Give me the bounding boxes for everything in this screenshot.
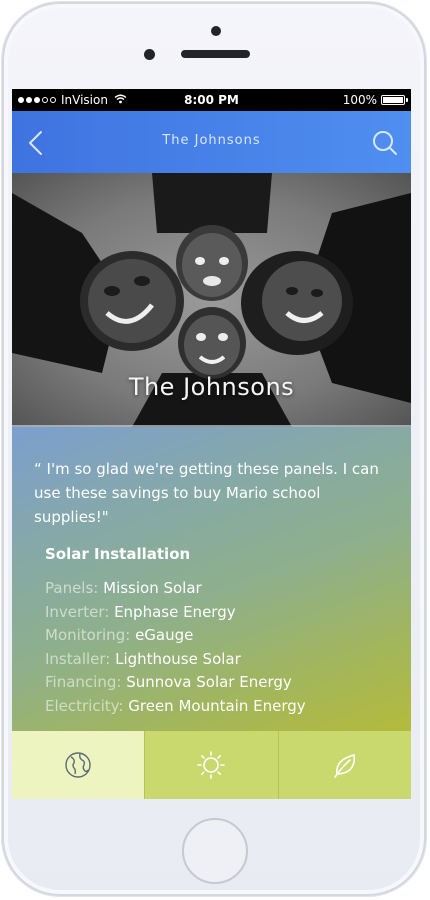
search-icon [373, 131, 397, 155]
proximity-sensor [144, 49, 155, 60]
detail-label: Installer: [45, 649, 111, 668]
leaf-icon [334, 754, 355, 778]
installation-details: Panels: Mission Solar Inverter: Enphase … [45, 577, 405, 718]
detail-label: Panels: [45, 579, 99, 597]
hero-title: The Johnsons [128, 373, 295, 401]
detail-row-panels: Panels: Mission Solar [45, 577, 405, 601]
testimonial-quote: “ I'm so glad we're getting these panels… [34, 460, 379, 526]
sun-icon [197, 751, 226, 779]
detail-value: Enphase Energy [114, 602, 236, 621]
detail-row-installer: Installer: Lighthouse Solar [45, 648, 405, 672]
detail-row-electricity: Electricity: Green Mountain Energy [45, 695, 405, 719]
battery-percent: 100% [342, 93, 377, 107]
tab-globe[interactable] [12, 731, 145, 799]
tab-sun[interactable] [144, 731, 278, 799]
tab-leaf[interactable] [277, 731, 411, 799]
detail-row-inverter: Inverter: Enphase Energy [45, 601, 405, 625]
front-camera [211, 26, 221, 36]
section-title: Solar Installation [45, 545, 191, 563]
family-photo: The Johnsons [12, 173, 411, 427]
detail-row-financing: Financing: Sunnova Solar Energy [45, 671, 405, 695]
status-bar: InVision 8:00 PM 100% [12, 89, 411, 111]
home-button[interactable] [182, 818, 248, 884]
earpiece-speaker [181, 50, 250, 58]
detail-label: Financing: [45, 673, 122, 691]
globe-icon [65, 752, 91, 778]
navigation-bar: The Johnsons [12, 111, 411, 173]
detail-value: Lighthouse Solar [115, 649, 241, 668]
detail-value: Sunnova Solar Energy [126, 673, 292, 691]
nav-title: The Johnsons [162, 133, 261, 148]
app-screen: InVision 8:00 PM 100% The Johnsons The J… [12, 89, 411, 799]
search-button[interactable] [371, 129, 399, 157]
detail-label: Monitoring: [45, 626, 131, 644]
testimonial-panel: “ I'm so glad we're getting these panels… [12, 427, 411, 731]
detail-row-monitoring: Monitoring: eGauge [45, 624, 405, 648]
detail-value: Mission Solar [103, 579, 202, 597]
detail-value: eGauge [135, 626, 194, 644]
detail-label: Electricity: [45, 696, 124, 715]
detail-value: Green Mountain Energy [128, 696, 306, 715]
battery-icon [381, 95, 408, 105]
detail-label: Inverter: [45, 602, 110, 621]
tab-bar [12, 731, 411, 799]
